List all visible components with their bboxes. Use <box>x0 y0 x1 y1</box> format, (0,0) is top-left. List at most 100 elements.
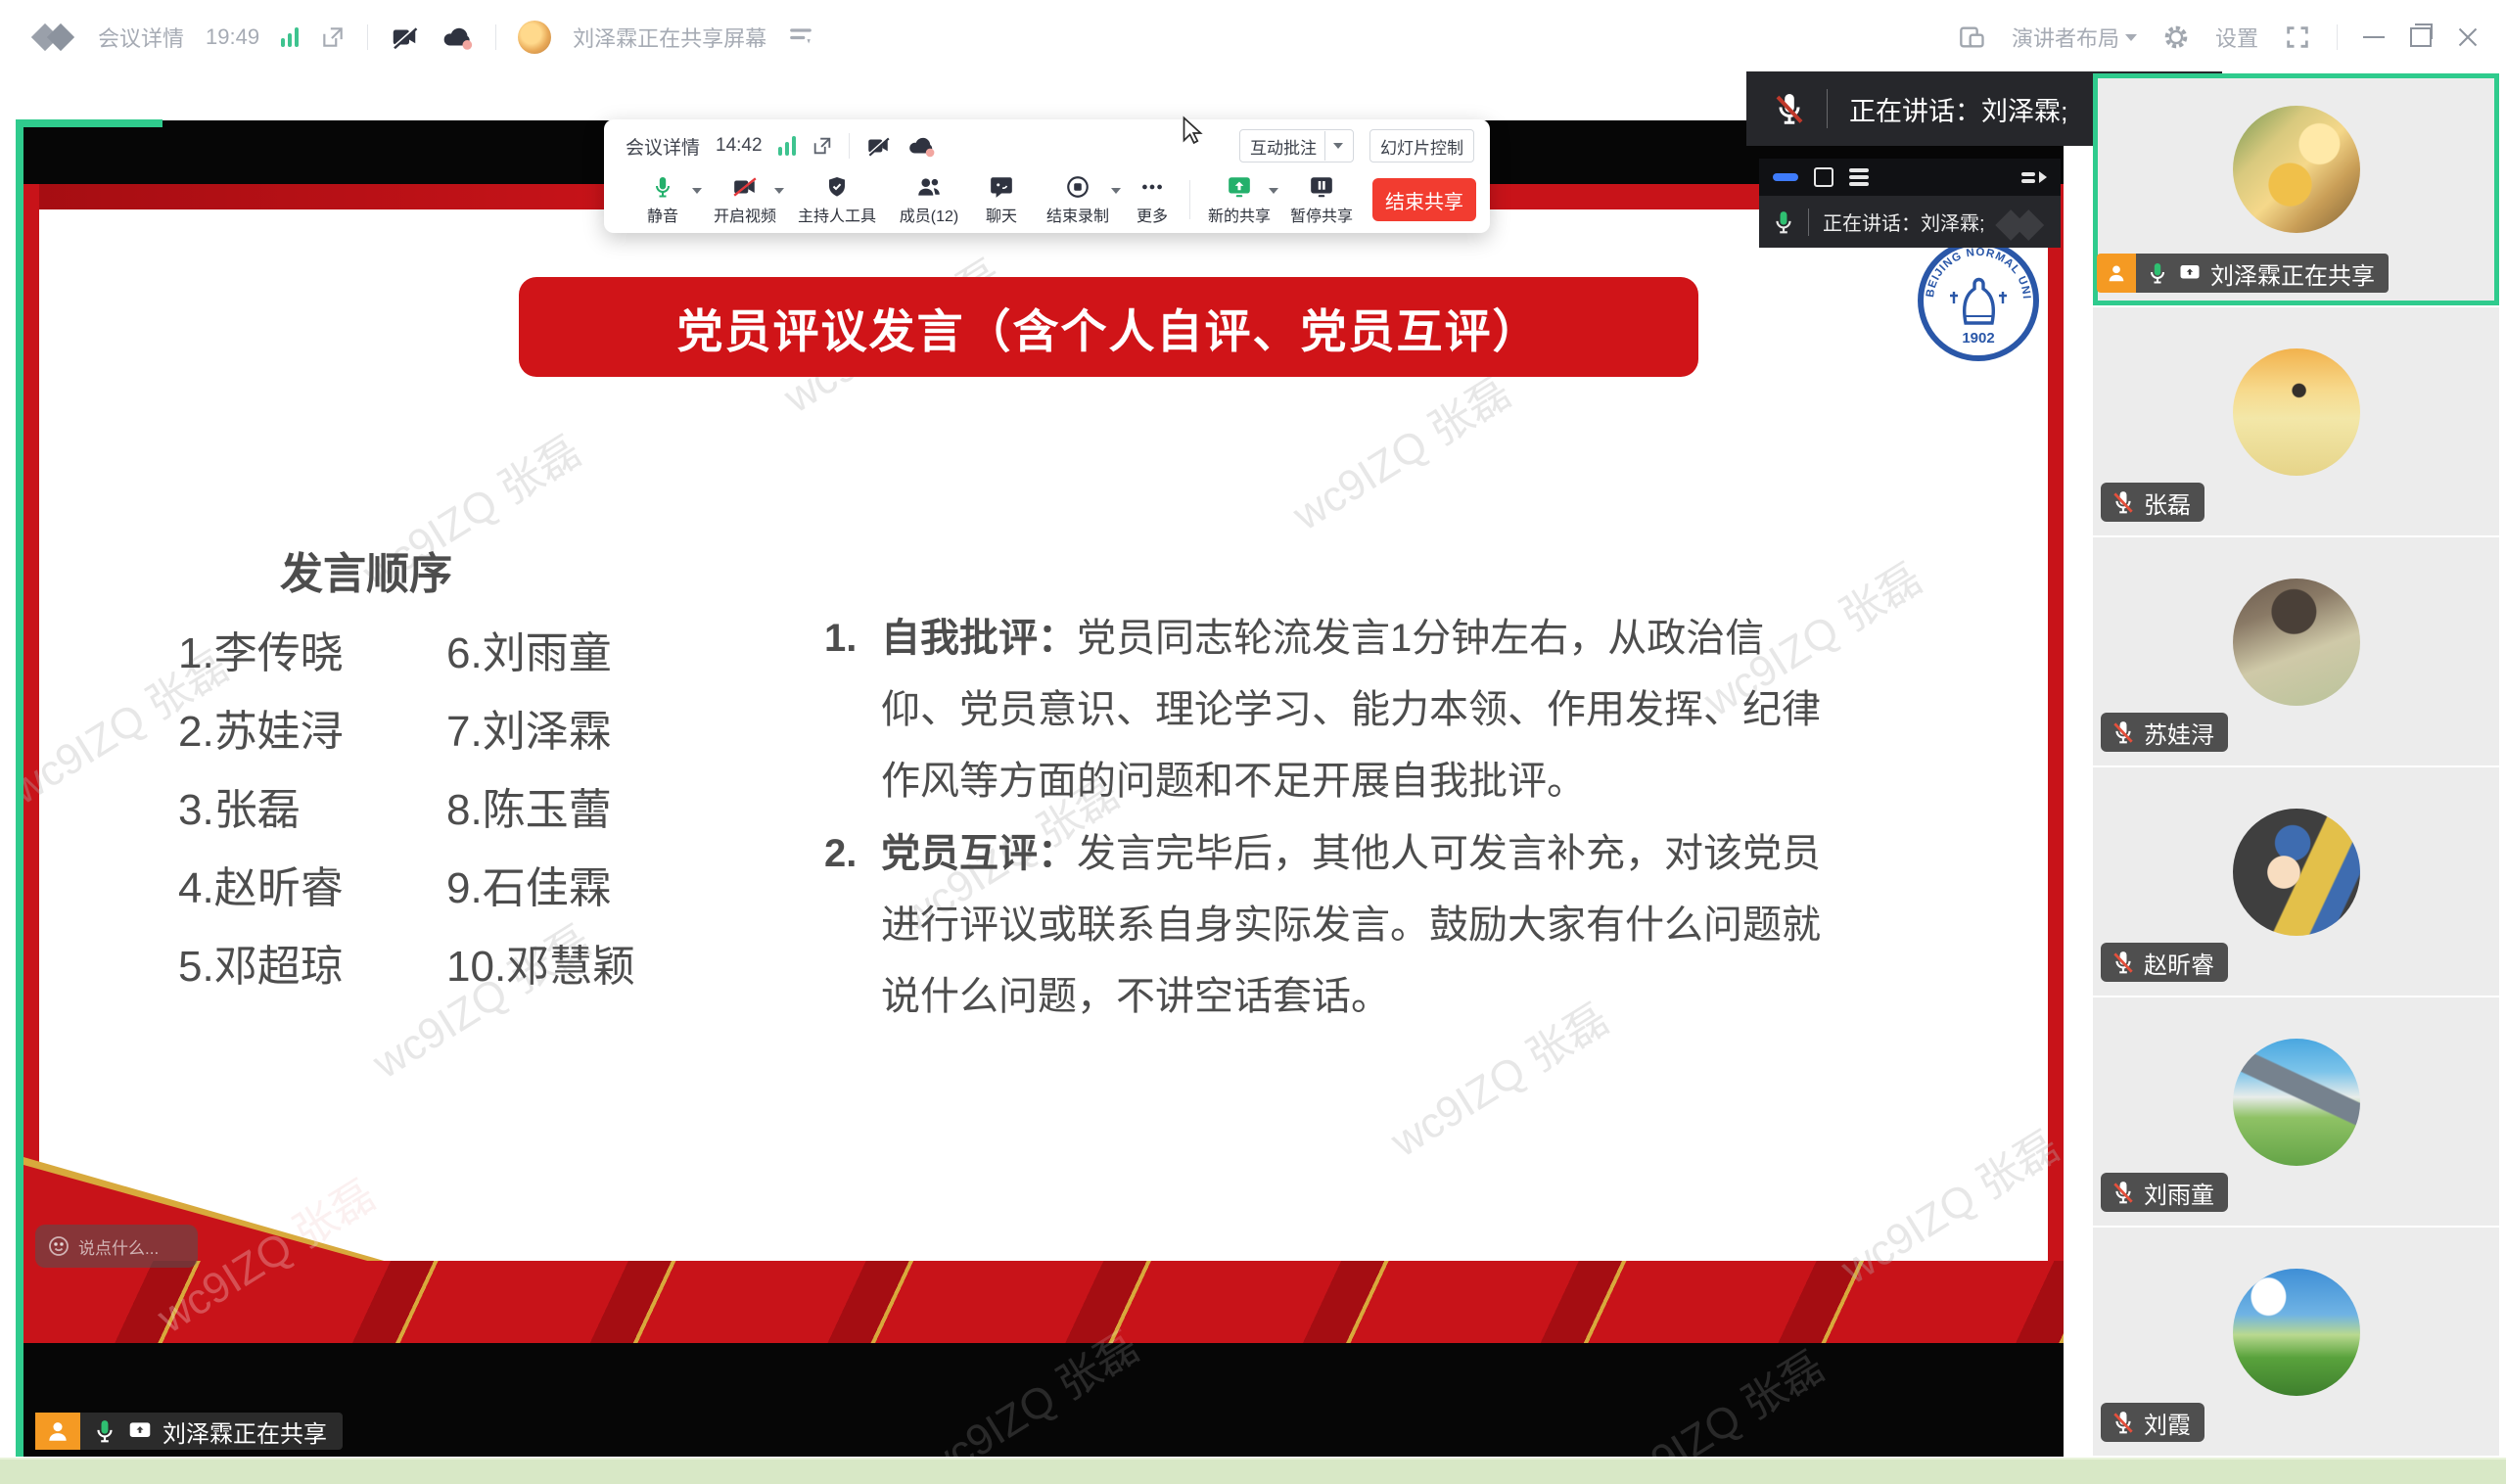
recording-off-icon[interactable] <box>390 23 419 52</box>
recording-off-icon[interactable] <box>865 133 891 159</box>
cloud-record-icon[interactable] <box>906 133 936 159</box>
participant-tile-liuxia[interactable]: 刘霞 <box>2093 1228 2499 1456</box>
order-item: 6.刘雨童 <box>446 615 635 693</box>
watermark-logo-icon <box>1999 209 2047 242</box>
participant-name-badge: 刘雨童 <box>2101 1173 2228 1212</box>
chat-quick-input[interactable]: 说点什么... <box>35 1225 198 1268</box>
order-item: 8.陈玉蕾 <box>446 771 635 850</box>
share-border-top <box>16 119 162 127</box>
open-external-icon[interactable] <box>812 135 833 157</box>
expand-icon <box>2021 171 2047 183</box>
university-seal-logo: BEIJING NORMAL UNIVERSITY 1902 <box>1917 239 2040 362</box>
order-item: 1.李传晓 <box>178 615 344 693</box>
app-logo-icon <box>33 23 76 52</box>
point-item: 2. 党员互评：发言完毕后，其他人可发言补充，对该党员进行评议或联系自身实际发言… <box>824 818 1833 1033</box>
close-button[interactable] <box>2457 26 2479 48</box>
participant-tile-suwaxun[interactable]: 苏娃浔 <box>2093 537 2499 765</box>
point-lead: 自我批评： <box>881 617 1077 660</box>
mic-muted-icon <box>1772 91 1807 126</box>
chevron-down-icon <box>692 188 702 194</box>
layout-selector[interactable]: 演讲者布局 <box>2012 22 2137 53</box>
host-icon <box>2097 254 2136 293</box>
participant-tile-liuyutong[interactable]: 刘雨童 <box>2093 997 2499 1226</box>
order-item: 10.邓慧颖 <box>446 928 635 1006</box>
mic-muted-icon <box>2111 719 2136 745</box>
pause-share-button[interactable]: 暂停共享 <box>1280 174 1363 226</box>
captured-floating-panel: 正在讲话：刘泽霖; <box>1759 159 2061 248</box>
window-icon <box>1814 167 1833 187</box>
captured-panel-titlebar <box>1759 159 2061 196</box>
more-button[interactable]: 更多 <box>1123 174 1182 226</box>
chat-button[interactable]: 聊天 <box>970 174 1033 226</box>
slide-title: 党员评议发言（含个人自评、党员互评） <box>677 294 1541 361</box>
cloud-record-icon[interactable] <box>441 23 474 52</box>
mic-on-icon <box>92 1418 117 1444</box>
order-item: 3.张磊 <box>178 771 344 850</box>
stop-record-button[interactable]: 结束录制 <box>1033 174 1123 226</box>
participant-name-badge: 刘泽霖正在共享 <box>2097 254 2389 293</box>
smiley-icon <box>47 1234 70 1258</box>
chevron-down-icon <box>774 188 784 194</box>
host-tools-button[interactable]: 主持人工具 <box>786 174 888 226</box>
end-share-button[interactable]: 结束共享 <box>1372 178 1476 221</box>
toolbar-meeting-detail[interactable]: 会议详情 <box>626 133 700 160</box>
share-border-left <box>16 120 23 1457</box>
participant-name: 刘霞 <box>2144 1406 2191 1440</box>
order-item: 7.刘泽霖 <box>446 693 635 771</box>
mic-muted-icon <box>2111 950 2136 975</box>
avatar <box>2233 809 2360 936</box>
speaking-name: 刘泽霖; <box>1981 97 2068 126</box>
mic-on-icon <box>2146 261 2169 285</box>
participant-tile-zhanglei[interactable]: 张磊 <box>2093 307 2499 535</box>
screen-share-icon <box>127 1418 153 1444</box>
minimize-pill-icon <box>1773 173 1798 181</box>
meeting-time: 19:49 <box>206 24 259 50</box>
speaking-label: 正在讲话： <box>1849 97 1981 126</box>
order-item: 9.石佳霖 <box>446 850 635 928</box>
avatar <box>2233 348 2360 476</box>
presentation-slide: wc9IZQ 张磊 wc9IZQ 张磊 wc9IZQ 张磊 wc9IZQ 张磊 … <box>23 184 2064 1343</box>
chevron-down-icon <box>1111 188 1121 194</box>
annotate-button[interactable]: 互动批注 <box>1239 129 1354 162</box>
mic-muted-icon <box>2111 489 2136 515</box>
sharer-avatar <box>518 21 551 54</box>
participant-name-badge: 张磊 <box>2101 483 2204 522</box>
sharer-badge-text: 刘泽霖正在共享 <box>162 1414 327 1449</box>
order-heading: 发言顺序 <box>170 538 562 601</box>
speaking-name: 刘泽霖; <box>1921 213 1985 235</box>
sharer-badge: 刘泽霖正在共享 <box>35 1413 343 1450</box>
mic-muted-icon <box>2111 1410 2136 1435</box>
meeting-window: 会议详情 19:49 刘泽霖正在共享屏幕 <box>0 0 2506 1484</box>
avatar <box>2233 1039 2360 1166</box>
fullscreen-icon[interactable] <box>2284 23 2311 51</box>
logo-year: 1902 <box>1962 330 1994 347</box>
start-video-button[interactable]: 开启视频 <box>704 174 786 226</box>
minimize-button[interactable] <box>2363 36 2385 38</box>
participant-name-badge: 刘霞 <box>2101 1403 2204 1442</box>
restore-button[interactable] <box>2410 27 2432 47</box>
participant-name-badge: 苏娃浔 <box>2101 713 2228 752</box>
screen-share-icon <box>2178 261 2202 285</box>
mute-button[interactable]: 静音 <box>622 174 704 226</box>
slide-control-button[interactable]: 幻灯片控制 <box>1369 129 1474 162</box>
chat-placeholder: 说点什么... <box>78 1234 159 1259</box>
open-external-icon[interactable] <box>320 24 346 50</box>
share-list-icon[interactable] <box>788 26 813 48</box>
participant-tile-liuzelin[interactable]: 刘泽霖正在共享 <box>2093 73 2499 305</box>
point-number: 1. <box>824 603 881 817</box>
chevron-down-icon <box>1333 143 1343 149</box>
slide-title-banner: 党员评议发言（含个人自评、党员互评） <box>519 277 1698 377</box>
mic-on-icon <box>1771 209 1796 235</box>
captured-speaking-banner: 正在讲话：刘泽霖; <box>1759 196 2061 248</box>
meeting-detail-button[interactable]: 会议详情 <box>98 22 184 53</box>
mouse-cursor <box>1178 116 1207 154</box>
settings-button[interactable]: 设置 <box>2215 22 2258 53</box>
slide-right-band <box>2048 184 2064 1343</box>
new-share-button[interactable]: 新的共享 <box>1198 174 1280 226</box>
chevron-down-icon <box>1269 188 1278 194</box>
participant-tile-zhaoxinrui[interactable]: 赵昕睿 <box>2093 767 2499 996</box>
chevron-down-icon <box>2125 34 2137 41</box>
members-button[interactable]: 成员(12) <box>888 174 970 226</box>
order-column-2: 6.刘雨童 7.刘泽霖 8.陈玉蕾 9.石佳霖 10.邓慧颖 <box>446 615 635 1006</box>
participant-name: 赵昕睿 <box>2144 946 2214 980</box>
